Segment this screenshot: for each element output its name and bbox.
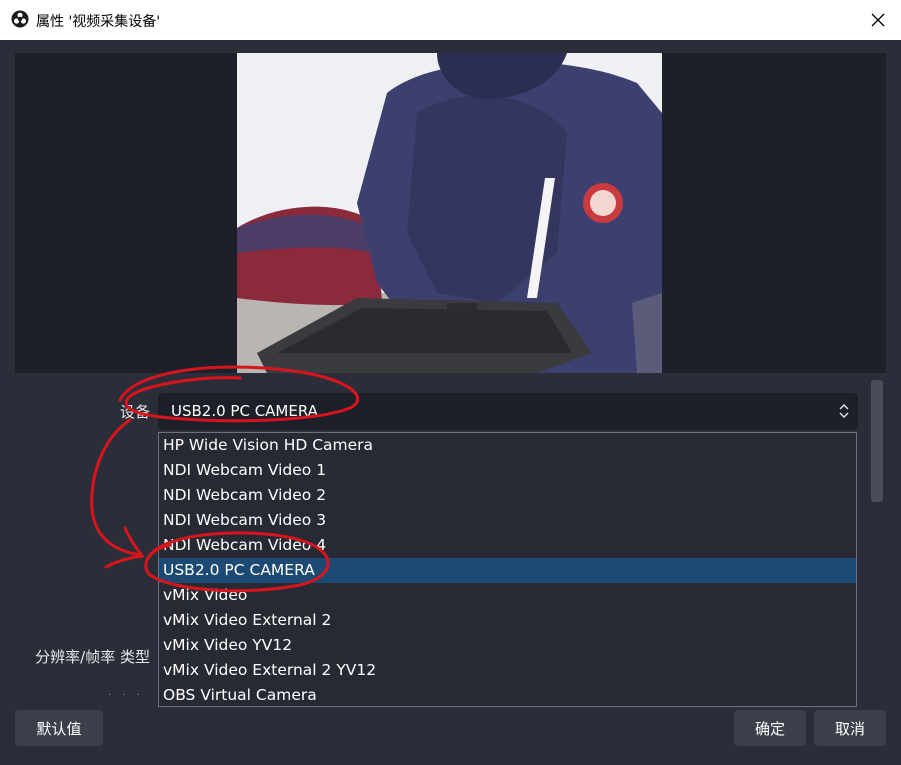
dropdown-item[interactable]: vMix Video YV12 (159, 633, 856, 658)
dropdown-item[interactable]: vMix Video External 2 YV12 (159, 658, 856, 683)
updown-chevron-icon (839, 404, 849, 418)
close-button[interactable] (855, 0, 901, 40)
dropdown-item[interactable]: NDI Webcam Video 3 (159, 508, 856, 533)
title-bar: 属性 '视频采集设备' (0, 0, 901, 40)
scrollbar-thumb[interactable] (871, 380, 883, 502)
obs-logo-icon (11, 10, 29, 28)
dropdown-item[interactable]: HP Wide Vision HD Camera (159, 433, 856, 458)
device-label: 设备 (119, 403, 150, 421)
label-ellipsis: · · · (108, 690, 144, 701)
dropdown-item[interactable]: NDI Webcam Video 1 (159, 458, 856, 483)
resolution-type-label: 分辨率/帧率 类型 (35, 648, 150, 666)
dropdown-item-selected[interactable]: USB2.0 PC CAMERA (159, 558, 856, 583)
dropdown-item[interactable]: vMix Video External 2 (159, 608, 856, 633)
dropdown-item[interactable]: vMix Video (159, 583, 856, 608)
device-select[interactable]: USB2.0 PC CAMERA (158, 393, 858, 430)
camera-feed-image (237, 53, 662, 373)
video-preview (15, 53, 886, 373)
dropdown-item[interactable]: NDI Webcam Video 2 (159, 483, 856, 508)
device-dropdown-list: HP Wide Vision HD Camera NDI Webcam Vide… (158, 432, 857, 707)
device-select-value: USB2.0 PC CAMERA (171, 402, 318, 420)
window-title: 属性 '视频采集设备' (36, 14, 161, 30)
dropdown-item[interactable]: NDI Webcam Video 4 (159, 533, 856, 558)
defaults-button[interactable]: 默认值 (15, 710, 103, 746)
close-icon (871, 13, 885, 27)
cancel-button[interactable]: 取消 (814, 710, 886, 746)
dropdown-item[interactable]: OBS Virtual Camera (159, 683, 856, 708)
ok-button[interactable]: 确定 (734, 710, 806, 746)
